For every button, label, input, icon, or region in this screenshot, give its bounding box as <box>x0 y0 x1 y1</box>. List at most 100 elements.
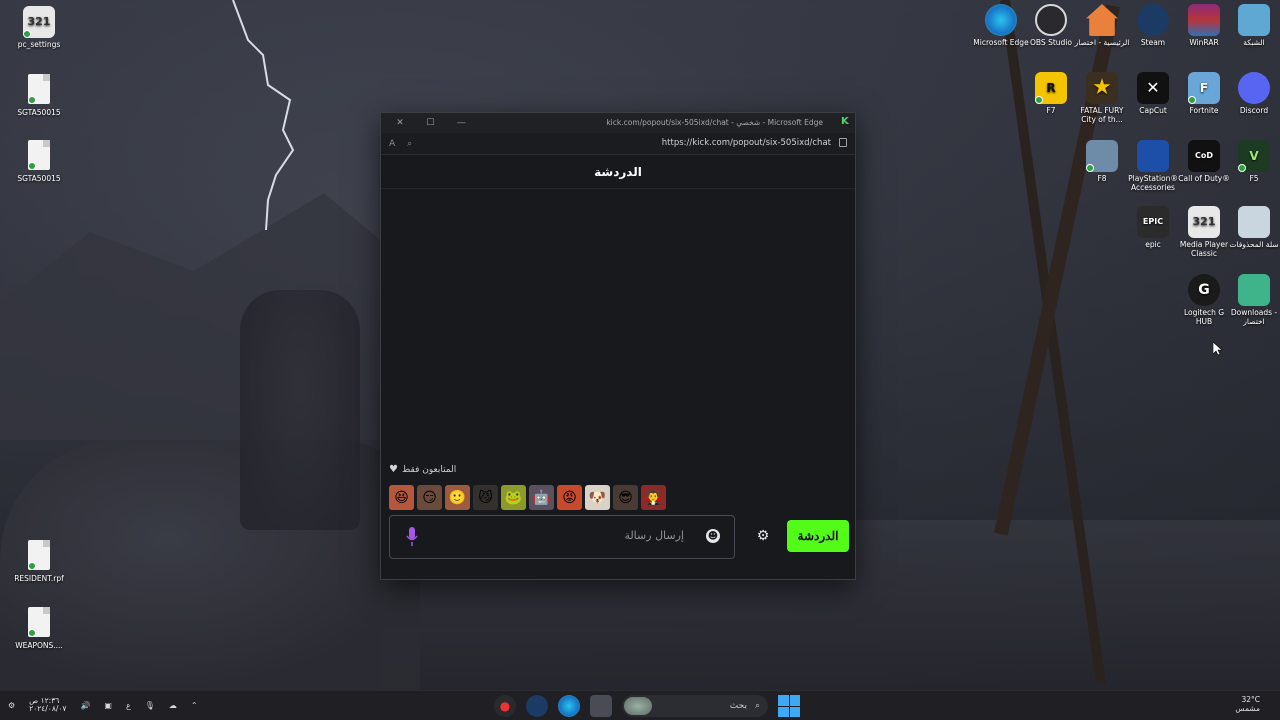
desktop-icon-label: F7 <box>1046 106 1056 115</box>
desktop-icon-label: الشبكة <box>1243 38 1265 47</box>
clock[interactable]: ١٢:٣٦ ص ٢٠٢٤/٠٨/٠٧ <box>29 696 67 714</box>
desktop-icon-steam[interactable]: Steam <box>1124 4 1182 47</box>
lock-icon[interactable] <box>839 138 847 147</box>
emote[interactable]: 🐸 <box>501 485 526 510</box>
desktop-icon-sgta-1[interactable]: SGTA50015 <box>10 74 68 117</box>
cod-icon: CoD <box>1188 140 1220 172</box>
desktop-icon-sgta-2[interactable]: SGTA50015 <box>10 140 68 183</box>
desktop-icon-f8[interactable]: F8 <box>1073 140 1131 183</box>
emote[interactable]: 🧛 <box>641 485 666 510</box>
desktop-icon-home[interactable]: الرئيسية - اختصار <box>1073 4 1131 47</box>
desktop-icon-label: Steam <box>1140 38 1166 47</box>
zoom-icon[interactable]: ⌕ <box>407 139 412 149</box>
close-icon[interactable]: ✕ <box>396 118 404 128</box>
maximize-icon[interactable]: ☐ <box>426 118 434 128</box>
desktop-icon-label: CapCut <box>1139 106 1167 115</box>
chat-input-row: إرسال رسالة ☻ ⚙ الدردشة <box>389 515 849 559</box>
weather-widget[interactable]: 32°C مشمس <box>1235 695 1260 713</box>
desktop-icon-label: F8 <box>1097 174 1107 183</box>
desktop-icon-capcut[interactable]: ✕ CapCut <box>1124 72 1182 115</box>
desktop-icon-recycle-bin[interactable]: سلة المحذوفات <box>1225 206 1280 249</box>
send-chat-button[interactable]: الدردشة <box>787 520 849 552</box>
city-icon <box>1086 140 1118 172</box>
winrar-icon <box>1188 4 1220 36</box>
settings-icon[interactable]: ⚙ <box>8 701 15 710</box>
desktop-icon-obs[interactable]: OBS Studio <box>1022 4 1080 47</box>
search-label: بحث <box>729 701 747 711</box>
desktop-icon-fatal-fury[interactable]: ★ FATAL FURY City of th... <box>1073 72 1131 124</box>
network-tray-icon[interactable]: ▣ <box>104 701 112 710</box>
file-icon <box>28 74 50 104</box>
wallpaper-person <box>240 290 360 530</box>
desktop-icon-discord[interactable]: Discord <box>1225 72 1280 115</box>
desktop-icon-label: Discord <box>1239 106 1269 115</box>
clock-date: ٢٠٢٤/٠٨/٠٧ <box>29 704 67 714</box>
desktop-icon-label: Downloads - اختصار <box>1230 308 1278 326</box>
taskbar-apps: ● بحث ⌕ <box>494 695 800 717</box>
network-icon <box>1238 4 1270 36</box>
followers-only-label: المتابعون فقط <box>401 464 457 475</box>
discord-icon <box>1238 72 1270 104</box>
volume-icon[interactable]: 🔊 <box>80 701 90 710</box>
desktop-icon-network[interactable]: الشبكة <box>1225 4 1280 47</box>
minimize-icon[interactable]: — <box>457 118 466 128</box>
emote[interactable]: 🐶 <box>585 485 610 510</box>
taskbar-steam-icon[interactable] <box>526 695 548 717</box>
emote[interactable]: 😆 <box>389 485 414 510</box>
downloads-folder-icon <box>1238 274 1270 306</box>
file-icon <box>28 540 50 570</box>
taskbar-edge-icon[interactable] <box>558 695 580 717</box>
desktop-icon-f5[interactable]: V F5 <box>1225 140 1280 183</box>
desktop-icon-label: pc_settings <box>17 40 61 49</box>
message-input[interactable]: إرسال رسالة ☻ <box>389 515 735 559</box>
weather-temperature: 32°C <box>1241 695 1260 704</box>
chevron-up-icon[interactable]: ⌃ <box>191 701 198 710</box>
mpc-icon: 321 <box>1188 206 1220 238</box>
emote[interactable]: 😎 <box>613 485 638 510</box>
desktop-icon-label: SGTA50015 <box>17 108 61 117</box>
microphone-tray-icon[interactable]: 🎙 <box>145 701 155 710</box>
home-icon <box>1086 4 1118 36</box>
language-indicator[interactable]: ع <box>126 701 131 710</box>
desktop-icon-f7[interactable]: R F7 <box>1022 72 1080 115</box>
system-tray: ⚙ ١٢:٣٦ ص ٢٠٢٤/٠٨/٠٧ 🔊 ▣ ع 🎙 ☁ ⌃ <box>8 696 198 714</box>
logitech-icon: G <box>1188 274 1220 306</box>
browser-window: ✕ ☐ — kick.com/popout/six-505ixd/chat - … <box>380 112 856 580</box>
edge-icon <box>985 4 1017 36</box>
emote[interactable]: 😏 <box>417 485 442 510</box>
window-title: kick.com/popout/six-505ixd/chat - شخصي -… <box>606 118 823 127</box>
mpc-icon: 321 <box>23 6 55 38</box>
search-icon: ⌕ <box>754 701 760 711</box>
onedrive-icon[interactable]: ☁ <box>169 701 177 710</box>
url-field[interactable]: https://kick.com/popout/six-505ixd/chat <box>662 138 831 148</box>
desktop-icon-downloads[interactable]: Downloads - اختصار <box>1225 274 1280 326</box>
mic-icon[interactable] <box>406 527 418 547</box>
window-titlebar: ✕ ☐ — kick.com/popout/six-505ixd/chat - … <box>381 113 855 133</box>
gear-icon[interactable]: ⚙ <box>755 528 771 544</box>
emote[interactable]: 🙂 <box>445 485 470 510</box>
taskbar-search[interactable]: بحث ⌕ <box>622 695 768 717</box>
emote[interactable]: 😡 <box>557 485 582 510</box>
desktop-icon-playstation[interactable]: PlayStation® Accessories <box>1124 140 1182 192</box>
desktop-icon-weapons[interactable]: WEAPONS.... <box>10 607 68 650</box>
emote[interactable]: 🤖 <box>529 485 554 510</box>
kick-favicon-icon: K <box>841 116 849 127</box>
window-controls: ✕ ☐ — <box>381 118 477 128</box>
read-aloud-icon[interactable]: A <box>389 139 395 149</box>
star-icon: ★ <box>1086 72 1118 104</box>
desktop-icon-resident[interactable]: RESIDENT.rpf <box>10 540 68 583</box>
search-highlight-thumbnail <box>624 697 652 715</box>
chat-header: الدردشة <box>381 155 855 189</box>
desktop-icon-epic[interactable]: EPIC epic <box>1124 206 1182 249</box>
desktop-icon-label: سلة المحذوفات <box>1229 240 1279 249</box>
start-button[interactable] <box>778 695 800 717</box>
app-recorder-icon[interactable]: ● <box>494 695 516 717</box>
obs-icon <box>1035 4 1067 36</box>
emoji-picker-icon[interactable]: ☻ <box>706 529 720 543</box>
chat-body: ♥ المتابعون فقط 😆 😏 🙂 😼 🐸 🤖 😡 🐶 😎 🧛 إرسا… <box>381 189 855 579</box>
emote[interactable]: 😼 <box>473 485 498 510</box>
mouse-cursor-icon <box>1213 342 1223 356</box>
task-view-icon[interactable] <box>590 695 612 717</box>
message-placeholder: إرسال رسالة <box>624 529 684 542</box>
desktop-icon-pc-settings[interactable]: 321 pc_settings <box>10 6 68 49</box>
